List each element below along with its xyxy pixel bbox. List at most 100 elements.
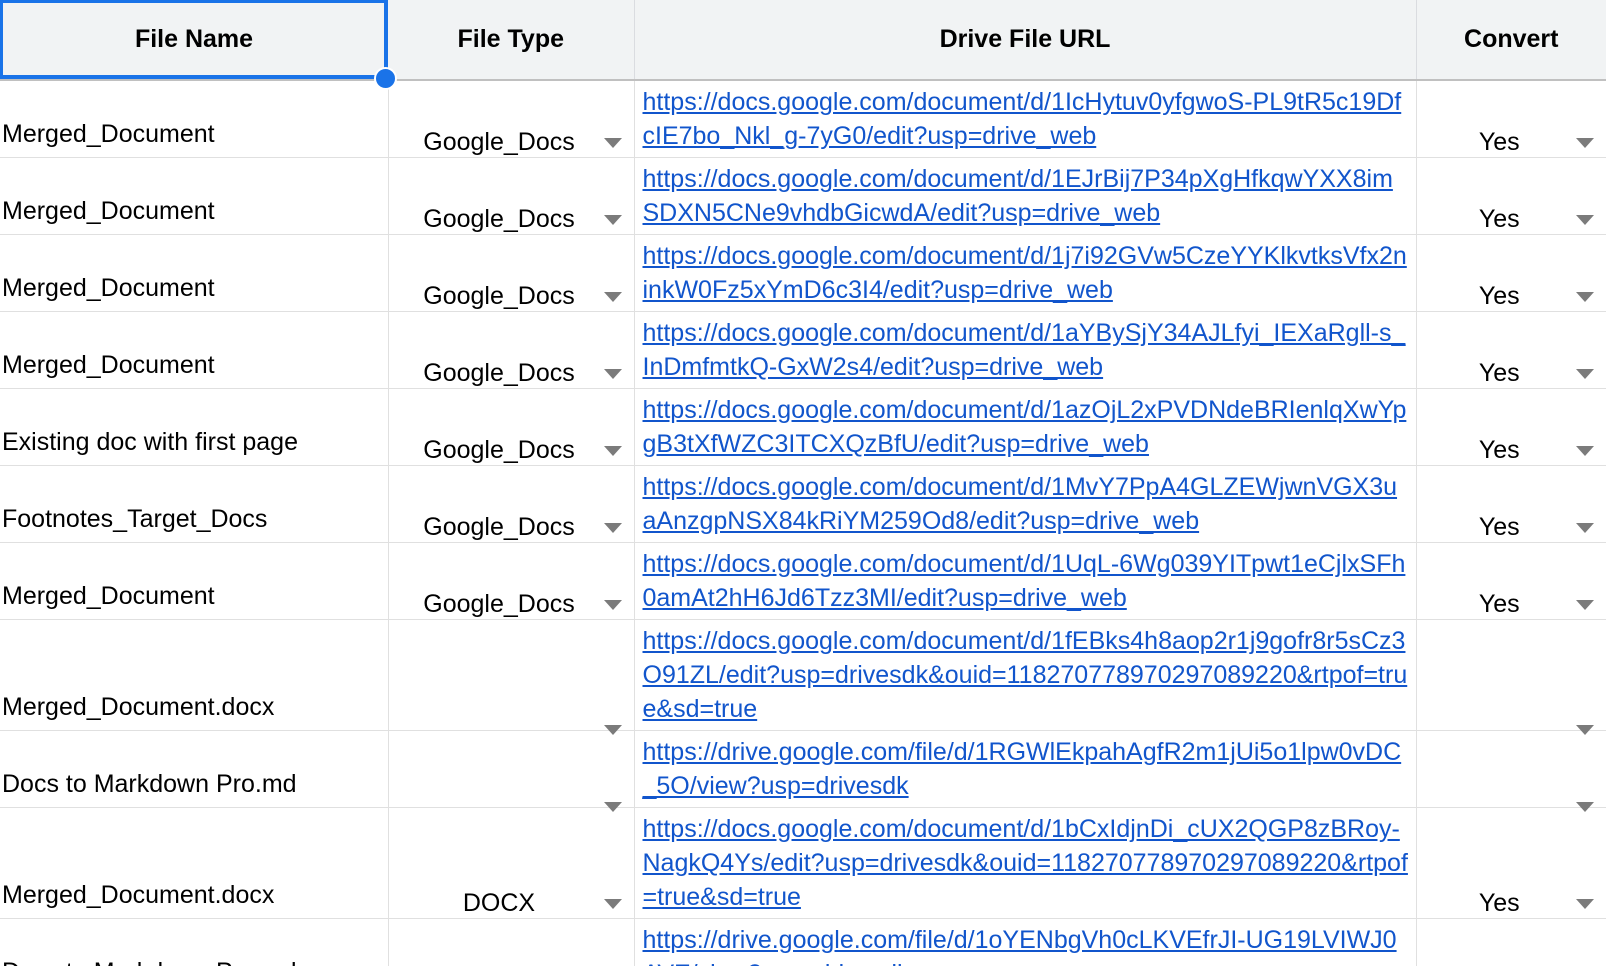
cell-file-type[interactable]: Google_Docs bbox=[388, 157, 635, 235]
file-type-dropdown[interactable]: Google_Docs bbox=[389, 359, 634, 388]
cell-file-type[interactable]: DOCX bbox=[388, 807, 635, 919]
convert-dropdown[interactable]: Yes bbox=[1417, 128, 1606, 157]
file-type-dropdown[interactable]: Google_Docs bbox=[389, 513, 634, 542]
file-type-dropdown[interactable]: DOCX bbox=[389, 889, 634, 918]
chevron-down-icon[interactable] bbox=[1576, 802, 1594, 812]
cell-drive-file-url[interactable]: https://drive.google.com/file/d/1RGWlEkp… bbox=[634, 730, 1417, 808]
cell-file-name[interactable]: Docs to Markdown Pro.md bbox=[0, 918, 389, 966]
chevron-down-icon[interactable] bbox=[603, 898, 622, 909]
cell-convert[interactable]: Yes bbox=[1416, 918, 1606, 966]
cell-drive-file-url[interactable]: https://drive.google.com/file/d/1oYENbgV… bbox=[634, 918, 1417, 966]
cell-file-type[interactable]: Google_Docs bbox=[388, 234, 635, 312]
cell-convert[interactable]: Yes bbox=[1416, 311, 1606, 389]
cell-drive-file-url[interactable]: https://docs.google.com/document/d/1j7i9… bbox=[634, 234, 1417, 312]
chevron-down-icon[interactable] bbox=[1576, 522, 1594, 533]
column-header-drive-file-url[interactable]: Drive File URL bbox=[634, 0, 1417, 81]
chevron-down-icon[interactable] bbox=[603, 137, 622, 148]
cell-convert[interactable]: Yes bbox=[1416, 465, 1606, 543]
chevron-down-icon[interactable] bbox=[1576, 725, 1594, 735]
cell-file-type[interactable]: Google_Docs bbox=[388, 542, 635, 620]
table-body: Merged_Document Google_Docs https://docs.g… bbox=[0, 80, 1606, 966]
drive-file-url-link[interactable]: https://docs.google.com/document/d/1EJrB… bbox=[643, 162, 1410, 230]
cell-file-name[interactable]: Merged_Document bbox=[0, 80, 389, 158]
chevron-down-icon[interactable] bbox=[603, 599, 622, 610]
cell-convert[interactable] bbox=[1416, 619, 1606, 735]
cell-file-type[interactable]: Markdown bbox=[388, 918, 635, 966]
table-row: Docs to Markdown Pro.mdMarkdownhttps://d… bbox=[0, 918, 1606, 966]
chevron-down-icon[interactable] bbox=[603, 368, 622, 379]
cell-drive-file-url[interactable]: https://docs.google.com/document/d/1fEBk… bbox=[634, 619, 1417, 731]
cell-convert[interactable]: Yes bbox=[1416, 234, 1606, 312]
column-header-convert[interactable]: Convert bbox=[1416, 0, 1606, 81]
cell-drive-file-url[interactable]: https://docs.google.com/document/d/1aYBy… bbox=[634, 311, 1417, 389]
file-type-dropdown[interactable]: Google_Docs bbox=[389, 282, 634, 311]
drive-file-url-link[interactable]: https://docs.google.com/document/d/1azOj… bbox=[643, 393, 1410, 461]
convert-dropdown[interactable]: Yes bbox=[1417, 359, 1606, 388]
chevron-down-icon[interactable] bbox=[1576, 214, 1594, 225]
cell-file-type[interactable]: Google_Docs bbox=[388, 80, 635, 158]
cell-drive-file-url[interactable]: https://docs.google.com/document/d/1IcHy… bbox=[634, 80, 1417, 158]
drive-file-url-link[interactable]: https://drive.google.com/file/d/1RGWlEkp… bbox=[643, 735, 1410, 803]
cell-convert[interactable] bbox=[1416, 730, 1606, 812]
cell-file-name[interactable]: Existing doc with first page bbox=[0, 388, 389, 466]
cell-convert[interactable]: Yes bbox=[1416, 80, 1606, 158]
drive-file-url-link[interactable]: https://docs.google.com/document/d/1bCxI… bbox=[643, 812, 1410, 914]
convert-dropdown[interactable]: Yes bbox=[1417, 590, 1606, 619]
cell-drive-file-url[interactable]: https://docs.google.com/document/d/1MvY7… bbox=[634, 465, 1417, 543]
chevron-down-icon[interactable] bbox=[603, 802, 622, 812]
cell-file-type[interactable] bbox=[388, 619, 635, 735]
file-type-dropdown[interactable]: Google_Docs bbox=[389, 590, 634, 619]
cell-file-name[interactable]: Merged_Document bbox=[0, 234, 389, 312]
cell-drive-file-url[interactable]: https://docs.google.com/document/d/1bCxI… bbox=[634, 807, 1417, 919]
cell-drive-file-url[interactable]: https://docs.google.com/document/d/1azOj… bbox=[634, 388, 1417, 466]
cell-drive-file-url[interactable]: https://docs.google.com/document/d/1EJrB… bbox=[634, 157, 1417, 235]
cell-file-name[interactable]: Merged_Document.docx bbox=[0, 807, 389, 919]
drive-file-url-link[interactable]: https://docs.google.com/document/d/1j7i9… bbox=[643, 239, 1410, 307]
cell-convert[interactable]: Yes bbox=[1416, 388, 1606, 466]
cell-file-name[interactable]: Merged_Document.docx bbox=[0, 619, 389, 731]
chevron-down-icon[interactable] bbox=[603, 725, 622, 735]
cell-file-name[interactable]: Merged_Document bbox=[0, 542, 389, 620]
cell-file-type[interactable]: Google_Docs bbox=[388, 465, 635, 543]
cell-convert[interactable]: Yes bbox=[1416, 157, 1606, 235]
drive-file-url-link[interactable]: https://docs.google.com/document/d/1fEBk… bbox=[643, 624, 1410, 726]
drive-file-url-link[interactable]: https://drive.google.com/file/d/1oYENbgV… bbox=[643, 923, 1410, 966]
column-resize-handle[interactable] bbox=[374, 67, 397, 90]
drive-file-url-link[interactable]: https://docs.google.com/document/d/1aYBy… bbox=[643, 316, 1410, 384]
cell-drive-file-url[interactable]: https://docs.google.com/document/d/1UqL-… bbox=[634, 542, 1417, 620]
chevron-down-icon[interactable] bbox=[1576, 898, 1594, 909]
file-type-dropdown[interactable]: Google_Docs bbox=[389, 205, 634, 234]
column-header-file-type[interactable]: File Type bbox=[388, 0, 635, 81]
drive-file-url-link[interactable]: https://docs.google.com/document/d/1MvY7… bbox=[643, 470, 1410, 538]
chevron-down-icon[interactable] bbox=[603, 445, 622, 456]
cell-file-name[interactable]: Merged_Document bbox=[0, 311, 389, 389]
chevron-down-icon[interactable] bbox=[1576, 445, 1594, 456]
cell-file-type[interactable]: Google_Docs bbox=[388, 311, 635, 389]
convert-dropdown[interactable]: Yes bbox=[1417, 889, 1606, 918]
chevron-down-icon[interactable] bbox=[603, 291, 622, 302]
cell-convert[interactable]: Yes bbox=[1416, 542, 1606, 620]
cell-file-type[interactable] bbox=[388, 730, 635, 812]
file-type-dropdown[interactable]: Google_Docs bbox=[389, 128, 634, 157]
chevron-down-icon[interactable] bbox=[1576, 137, 1594, 148]
chevron-down-icon[interactable] bbox=[1576, 291, 1594, 302]
file-type-value: DOCX bbox=[462, 889, 536, 917]
chevron-down-icon[interactable] bbox=[603, 214, 622, 225]
chevron-down-icon[interactable] bbox=[1576, 599, 1594, 610]
convert-value: Yes bbox=[1478, 889, 1520, 917]
cell-file-name[interactable]: Footnotes_Target_Docs bbox=[0, 465, 389, 543]
column-header-file-name[interactable]: File Name bbox=[0, 0, 397, 90]
convert-dropdown[interactable]: Yes bbox=[1417, 205, 1606, 234]
chevron-down-icon[interactable] bbox=[1576, 368, 1594, 379]
convert-dropdown[interactable]: Yes bbox=[1417, 436, 1606, 465]
cell-file-type[interactable]: Google_Docs bbox=[388, 388, 635, 466]
cell-file-name[interactable]: Docs to Markdown Pro.md bbox=[0, 730, 389, 808]
cell-file-name[interactable]: Merged_Document bbox=[0, 157, 389, 235]
chevron-down-icon[interactable] bbox=[603, 522, 622, 533]
drive-file-url-link[interactable]: https://docs.google.com/document/d/1IcHy… bbox=[643, 85, 1410, 153]
drive-file-url-link[interactable]: https://docs.google.com/document/d/1UqL-… bbox=[643, 547, 1410, 615]
convert-dropdown[interactable]: Yes bbox=[1417, 282, 1606, 311]
cell-convert[interactable]: Yes bbox=[1416, 807, 1606, 919]
convert-dropdown[interactable]: Yes bbox=[1417, 513, 1606, 542]
file-type-dropdown[interactable]: Google_Docs bbox=[389, 436, 634, 465]
